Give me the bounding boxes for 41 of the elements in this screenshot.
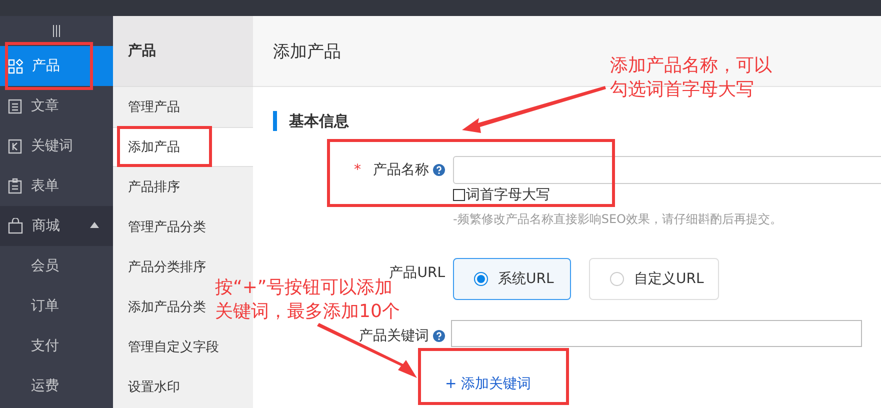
sidebar-item[interactable]: 产品	[0, 46, 113, 86]
letter-k-icon	[8, 138, 22, 154]
section-title: 基本信息	[289, 112, 349, 130]
add-keyword-link[interactable]: + 添加关键词	[445, 375, 532, 393]
submenu-item[interactable]: 产品排序	[128, 178, 180, 196]
field-label: 产品关键词	[359, 326, 429, 344]
document-icon	[8, 98, 22, 114]
annotation-text: 添加产品名称，可以	[610, 54, 772, 78]
submenu-title: 产品	[113, 16, 253, 87]
sidebar-item[interactable]: 关键词	[0, 126, 113, 166]
input-field[interactable]	[453, 156, 881, 184]
submenu-item[interactable]: 产品分类排序	[128, 258, 206, 276]
submenu-item[interactable]: 管理自定义字段	[128, 338, 219, 356]
required-asterisk: *	[354, 162, 361, 178]
submenu-item[interactable]: 添加产品	[128, 138, 180, 156]
sidebar-subitem[interactable]: 会员	[0, 246, 113, 286]
sidebar-subitem[interactable]: 支付	[0, 326, 113, 366]
input-field[interactable]	[451, 320, 862, 347]
clipboard-icon	[8, 178, 22, 194]
help-icon[interactable]	[433, 330, 445, 342]
sidebar-subitem[interactable]: 运费	[0, 366, 113, 406]
submenu-item[interactable]: 管理产品	[128, 98, 180, 116]
annotation-text: 勾选词首字母大写	[610, 78, 754, 102]
radio-option[interactable]: 自定义URL	[589, 258, 719, 300]
sidebar-item[interactable]: 文章	[0, 86, 113, 126]
bag-icon	[8, 218, 23, 234]
sidebar-subitem[interactable]: 订单	[0, 286, 113, 326]
submenu-item[interactable]: 添加产品分类	[128, 298, 206, 316]
menu-icon[interactable]	[53, 25, 60, 37]
field-label: 产品名称	[373, 161, 429, 179]
submenu-item[interactable]: 设置水印	[128, 378, 180, 396]
checkbox[interactable]	[453, 189, 465, 201]
hint-text: -频繁修改产品名称直接影响SEO效果，请仔细斟酌后再提交。	[453, 211, 783, 228]
annotation-text: 关键词，最多添加10个	[215, 300, 400, 324]
help-icon[interactable]	[433, 164, 445, 176]
sidebar-item[interactable]: 商城	[0, 206, 113, 246]
radio-option[interactable]: 系统URL	[453, 258, 571, 300]
submenu-item[interactable]: 管理产品分类	[128, 218, 206, 236]
grid-icon	[8, 58, 23, 74]
checkbox-label: 词首字母大写	[466, 186, 550, 204]
sidebar-item[interactable]: 表单	[0, 166, 113, 206]
